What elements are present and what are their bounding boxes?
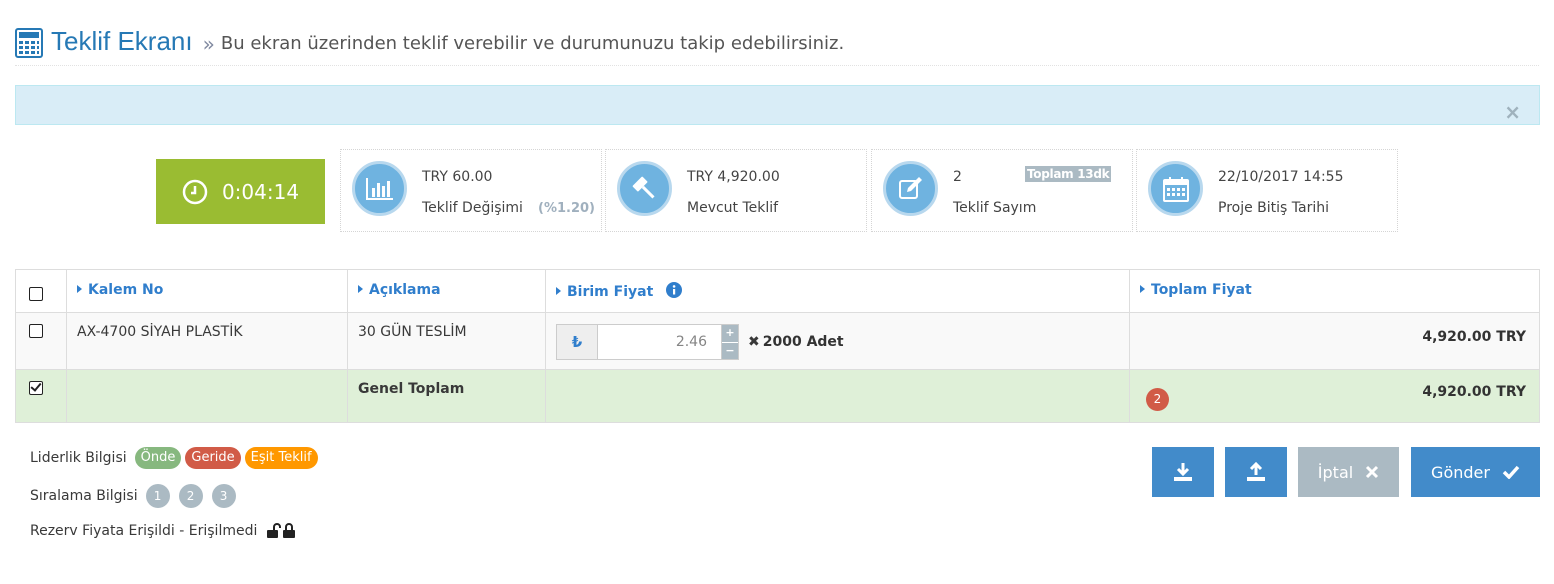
- bid-change-percent: (%1.20): [538, 201, 595, 216]
- header-aciklama[interactable]: Açıklama: [347, 269, 546, 313]
- close-icon[interactable]: ×: [1504, 102, 1521, 122]
- bar-chart-icon: [352, 161, 407, 216]
- current-bid-label: Mevcut Teklif: [687, 200, 779, 216]
- caret-right-icon: [1140, 285, 1145, 293]
- calculator-icon: [15, 27, 43, 58]
- page-title: Teklif Ekranı: [51, 26, 193, 56]
- bid-count-label: Teklif Sayım: [953, 200, 1037, 216]
- send-button[interactable]: Gönder: [1411, 447, 1540, 497]
- stat-bid-count: 2 Teklif Sayım Toplam 13dk: [871, 149, 1133, 232]
- grand-total-row: Genel Toplam 2 4,920.00 TRY: [15, 369, 1540, 423]
- close-icon: [1366, 465, 1379, 479]
- calendar-icon: [1148, 161, 1203, 216]
- bid-change-value: TRY 60.00: [422, 169, 493, 185]
- page-subtitle: Bu ekran üzerinden teklif verebilir ve d…: [220, 33, 845, 54]
- total-time-badge: Toplam 13dk: [1025, 166, 1112, 182]
- row-kalem-no: AX-4700 SİYAH PLASTİK: [66, 312, 348, 370]
- download-icon: [1174, 463, 1192, 481]
- download-button[interactable]: [1152, 447, 1214, 497]
- unit-price-input[interactable]: [598, 324, 722, 360]
- stat-bid-change: TRY 60.00 Teklif Değişimi (%1.20): [340, 149, 602, 232]
- lock-icon: [283, 523, 296, 538]
- upload-icon: [1247, 462, 1265, 481]
- cancel-button[interactable]: İptal: [1298, 447, 1399, 497]
- unit-price-group: ₺ + − ✖2000 Adet: [556, 324, 1119, 360]
- rank-3: 3: [211, 484, 236, 508]
- deadline-value: 22/10/2017 14:55: [1218, 169, 1344, 185]
- times-icon: ✖: [748, 334, 760, 350]
- row-checkbox[interactable]: [29, 324, 43, 338]
- bid-count-value: 2: [953, 169, 962, 185]
- caret-right-icon: [358, 285, 363, 293]
- countdown-timer: 0:04:14: [156, 159, 325, 224]
- row-aciklama: 30 GÜN TESLİM: [347, 312, 546, 370]
- total-checkbox[interactable]: [29, 381, 43, 395]
- page-header: Teklif Ekranı » Bu ekran üzerinden tekli…: [15, 18, 1539, 66]
- row-total: 4,920.00 TRY: [1129, 312, 1540, 370]
- table-row: AX-4700 SİYAH PLASTİK 30 GÜN TESLİM ₺ + …: [15, 312, 1540, 370]
- caret-right-icon: [77, 285, 82, 293]
- edit-icon: [883, 161, 938, 216]
- deadline-label: Proje Bitiş Tarihi: [1218, 200, 1330, 216]
- table-header-row: Kalem No Açıklama Birim Fiyat Toplam Fiy…: [15, 269, 1540, 313]
- caret-right-icon: [556, 287, 561, 295]
- lira-icon: ₺: [556, 324, 598, 360]
- bid-table: Kalem No Açıklama Birim Fiyat Toplam Fiy…: [15, 269, 1540, 423]
- minus-icon[interactable]: −: [722, 342, 738, 359]
- quantity-label: ✖ 2000 Adet: [748, 334, 844, 350]
- equal-pill: Eşit Teklif: [244, 447, 318, 469]
- clock-icon: [182, 179, 208, 204]
- info-alert: ×: [15, 85, 1540, 125]
- header-toplam-fiyat[interactable]: Toplam Fiyat: [1129, 269, 1540, 313]
- unlock-icon: [267, 523, 282, 538]
- ahead-pill: Önde: [134, 447, 182, 469]
- header-birim-fiyat[interactable]: Birim Fiyat: [545, 269, 1130, 313]
- bid-change-label: Teklif Değişimi: [422, 200, 523, 216]
- rank-badge: 2: [1146, 388, 1169, 411]
- behind-pill: Geride: [185, 447, 241, 469]
- timer-value: 0:04:14: [221, 179, 300, 204]
- header-kalem-no[interactable]: Kalem No: [66, 269, 348, 313]
- reserve-legend: Rezerv Fiyata Erişildi - Erişilmedi: [30, 523, 296, 539]
- rank-1: 1: [145, 484, 170, 508]
- stat-current-bid: TRY 4,920.00 Mevcut Teklif: [605, 149, 867, 232]
- select-all-checkbox[interactable]: [29, 287, 43, 301]
- gavel-icon: [617, 161, 672, 216]
- ranking-legend: Sıralama Bilgisi 1 2 3: [30, 484, 236, 508]
- price-stepper[interactable]: + −: [722, 324, 739, 360]
- stat-deadline: 22/10/2017 14:55 Proje Bitiş Tarihi: [1136, 149, 1398, 232]
- info-icon[interactable]: [666, 282, 683, 298]
- title-separator: »: [202, 31, 215, 56]
- leadership-legend: Liderlik Bilgisi Önde Geride Eşit Teklif: [30, 447, 318, 469]
- upload-button[interactable]: [1225, 447, 1287, 497]
- check-icon: [1502, 465, 1520, 479]
- rank-2: 2: [178, 484, 203, 508]
- grand-total-amount: 4,920.00 TRY: [1422, 384, 1526, 400]
- current-bid-value: TRY 4,920.00: [687, 169, 780, 185]
- plus-icon[interactable]: +: [722, 325, 738, 343]
- grand-total-label: Genel Toplam: [347, 369, 546, 423]
